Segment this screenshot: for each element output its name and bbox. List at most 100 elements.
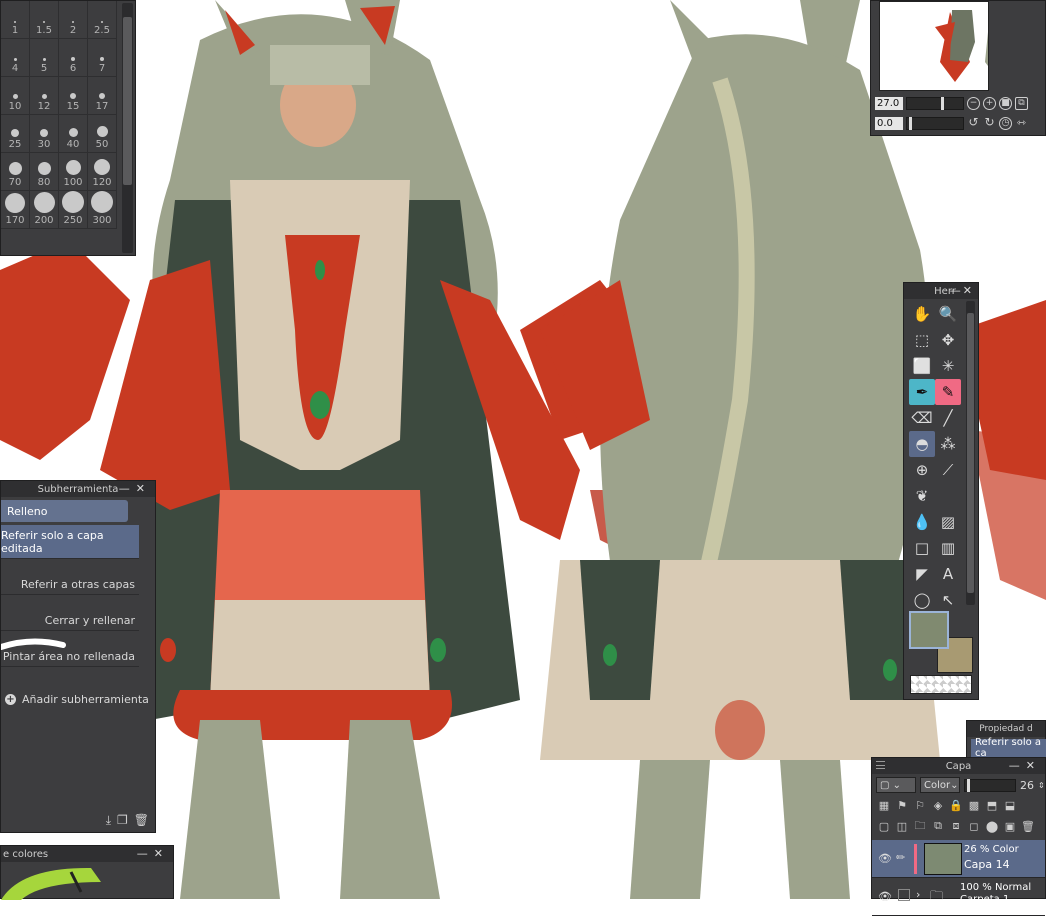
grid-icon[interactable]: ⊕ [909,457,935,483]
brush-size-option[interactable]: 200 [30,191,59,229]
grip-icon[interactable] [876,761,885,769]
color-wheel[interactable] [1,862,121,900]
brush-size-option[interactable]: 5 [30,39,59,77]
frame-icon[interactable]: ▥ [935,535,961,561]
brush-size-option[interactable]: 30 [30,115,59,153]
layer-color-icon[interactable]: ⬓ [1002,797,1018,813]
reset-rotation-icon[interactable]: ◷ [999,117,1012,130]
main-color-swatch[interactable] [909,611,949,649]
layer-row[interactable]: 👁 ✏ 26 % Color Capa 14 [872,840,1045,878]
transfer-down-icon[interactable]: ⧉ [930,818,946,834]
brush-size-option[interactable]: 300 [88,191,117,229]
decoration-icon[interactable]: ❦ [909,483,935,509]
correct-line-icon[interactable]: ↖ [935,587,961,613]
pen-icon[interactable]: ✒ [909,379,935,405]
rotate-left-icon[interactable]: ↺ [967,116,980,130]
new-folder-icon[interactable]: 🗀 [912,818,928,834]
gradient-icon[interactable]: ▨ [935,509,961,535]
brush-size-option[interactable]: 40 [59,115,88,153]
text-icon[interactable]: A [935,561,961,587]
object-select-icon[interactable]: ⬚ [909,327,935,353]
eyedropper-icon[interactable]: ⟋ [935,457,961,483]
magic-wand-icon[interactable]: ✳ [935,353,961,379]
clear-layer-icon[interactable]: ◻ [966,818,982,834]
layer-type-dropdown[interactable]: ▢ ⌄ [876,777,916,793]
eye-icon[interactable]: 👁 [878,852,892,865]
fill-icon[interactable]: ◓ [909,431,935,457]
fit-icon[interactable]: ■ [999,97,1012,110]
brush-size-scrollbar[interactable] [122,3,133,253]
blend-mode-dropdown[interactable]: Color ⌄ [920,777,960,793]
new-vector-layer-icon[interactable]: ◫ [894,818,910,834]
eraser-icon[interactable]: ⌫ [909,405,935,431]
brush-size-option[interactable]: 10 [1,77,30,115]
brush-size-option[interactable]: 50 [88,115,117,153]
figure-icon[interactable]: □ [909,535,935,561]
zoom-value[interactable]: 27.0 [875,97,903,110]
panel-controls[interactable]: —✕ [950,284,974,297]
rotation-slider[interactable] [906,117,964,130]
opacity-spinner-icon[interactable]: ⇕ [1038,781,1045,790]
brush-size-option[interactable]: 1.5 [30,1,59,39]
merge-down-icon[interactable]: ⧈ [948,818,964,834]
layer-mask-icon[interactable]: ⬤ [984,818,1000,834]
rotation-value[interactable]: 0.0 [875,117,903,130]
actual-size-icon[interactable]: ⧉ [1015,97,1028,110]
blob-icon[interactable]: 💧 [909,509,935,535]
mask-icon[interactable]: ▩ [966,797,982,813]
brush-size-option[interactable]: 15 [59,77,88,115]
subtool-item-other-layers[interactable]: Referir a otras capas [1,561,139,595]
blend-icon[interactable]: ╱ [935,405,961,431]
subtool-item-unfilled-area[interactable]: Pintar área no rellenada [1,633,139,667]
transparent-color-swatch[interactable] [910,675,972,694]
brush-size-option[interactable]: 4 [1,39,30,77]
brush-size-option[interactable]: 17 [88,77,117,115]
draft-icon[interactable]: ⚐ [912,797,928,813]
brush-size-scroll-thumb[interactable] [123,17,132,185]
panel-controls[interactable]: —✕ [137,847,169,860]
brush-size-option[interactable]: 1 [1,1,30,39]
color-panel-titlebar[interactable]: e colores —✕ [1,846,173,862]
copy-icon[interactable]: ❐ [117,813,128,828]
download-icon[interactable]: ⤓ [106,813,111,828]
pencil-icon[interactable]: ✎ [935,379,961,405]
palette-icon[interactable]: ⬒ [984,797,1000,813]
active-subtool-name[interactable]: Relleno [1,500,128,522]
navigator-preview[interactable] [879,1,1010,91]
flip-horizontal-icon[interactable]: ⇿ [1015,117,1028,130]
lasso-icon[interactable]: ◯ [909,587,935,613]
ruler-icon[interactable]: ◤ [909,561,935,587]
brush-size-option[interactable]: 100 [59,153,88,191]
brush-size-option[interactable]: 6 [59,39,88,77]
zoom-in-icon[interactable]: + [983,97,996,110]
brush-size-option[interactable]: 170 [1,191,30,229]
move-icon[interactable]: ✥ [935,327,961,353]
clip-icon[interactable]: ▦ [876,797,892,813]
brush-size-option[interactable]: 25 [1,115,30,153]
zoom-slider[interactable] [906,97,964,110]
selection-icon[interactable]: ⬜ [909,353,935,379]
tool-panel-titlebar[interactable]: Herr —✕ [904,283,978,299]
brush-size-option[interactable]: 250 [59,191,88,229]
apply-mask-icon[interactable]: ▣ [1002,818,1018,834]
new-raster-layer-icon[interactable]: ▢ [876,818,892,834]
lock-icon[interactable]: 🔒 [948,797,964,813]
lock-transparent-icon[interactable]: ◈ [930,797,946,813]
add-subtool-button[interactable]: + Añadir subherramienta [5,693,149,706]
brush-size-option[interactable]: 7 [88,39,117,77]
brush-size-option[interactable]: 120 [88,153,117,191]
edit-checkbox[interactable] [898,889,910,901]
brush-size-option[interactable]: 70 [1,153,30,191]
subtool-item-edited-layer[interactable]: Referir solo a capa editada [1,525,139,559]
airbrush-icon[interactable]: ⁂ [935,431,961,457]
brush-size-option[interactable]: 12 [30,77,59,115]
layer-panel-titlebar[interactable]: Capa —✕ [872,758,1045,774]
panel-controls[interactable]: —✕ [1009,759,1041,772]
folder-expand-icon[interactable]: › [916,888,920,901]
reference-icon[interactable]: ⚑ [894,797,910,813]
layer-row[interactable]: 👁 › 🗀 100 % Normal Carpeta 1 [872,878,1045,916]
property-panel-titlebar[interactable]: Propiedad d [967,721,1045,737]
hand-icon[interactable]: ✋ [909,301,935,327]
panel-controls[interactable]: —✕ [119,482,151,495]
brush-size-option[interactable]: 80 [30,153,59,191]
